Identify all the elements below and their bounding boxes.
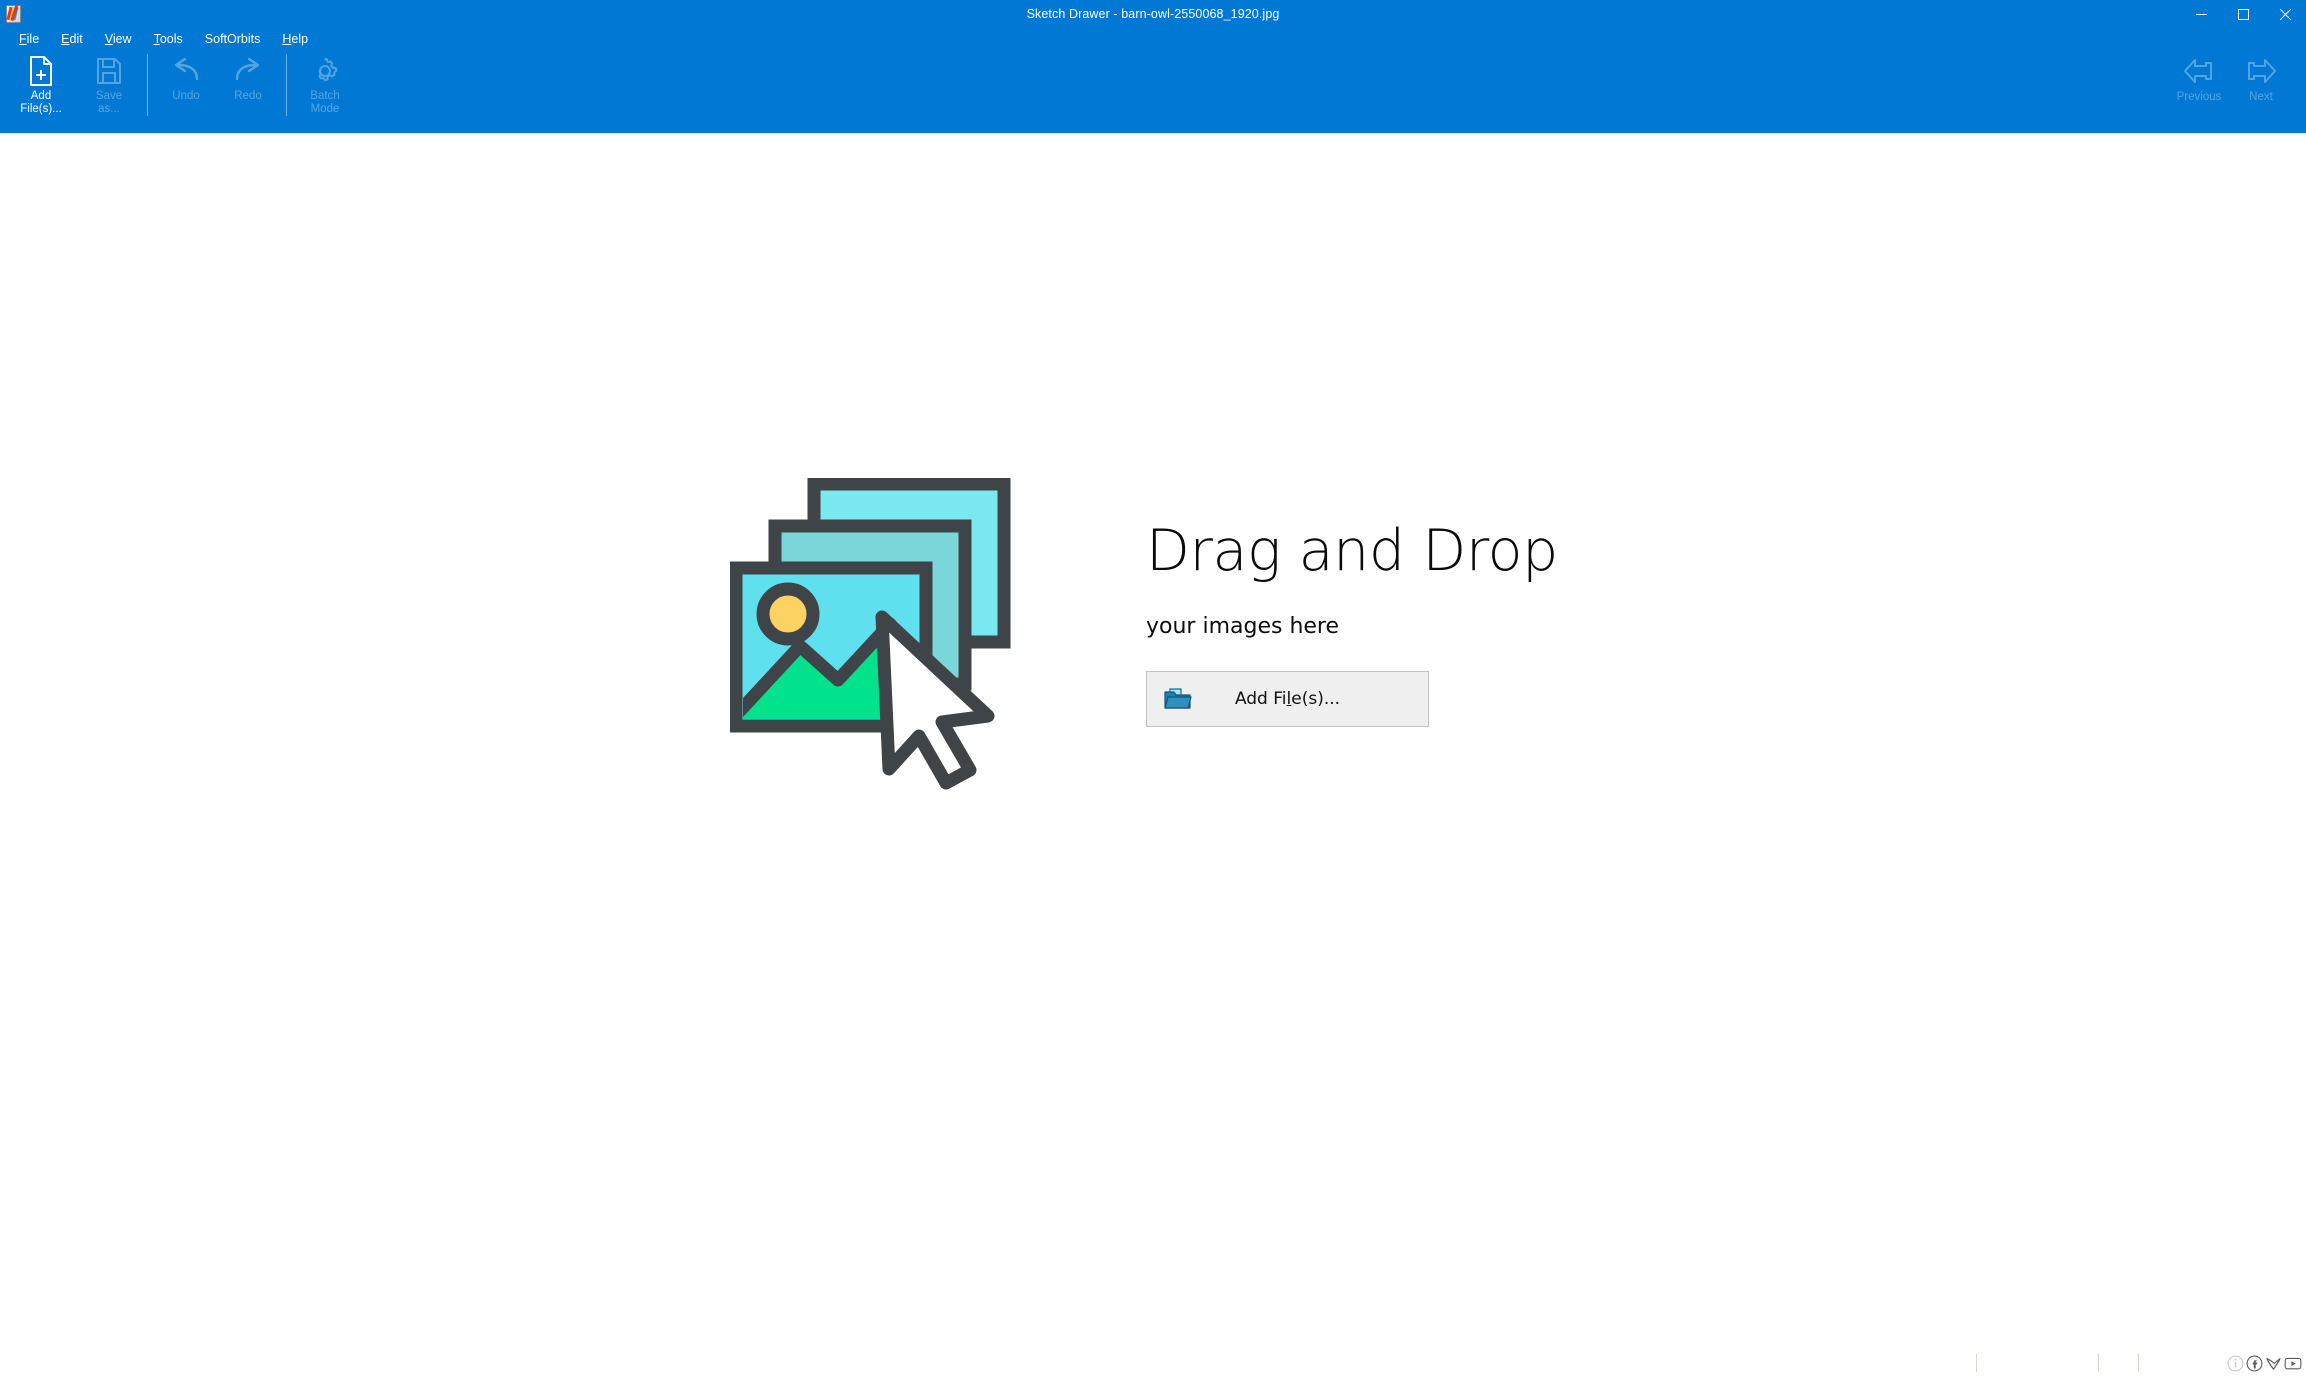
main-content-dropzone[interactable]: Drag and Drop your images here Add File(… [0, 133, 2306, 1350]
toolbar-button-undo[interactable]: Undo [155, 51, 217, 117]
title-bar: Sketch Drawer - barn-owl-2550068_1920.jp… [0, 0, 2306, 28]
save-as-icon [95, 55, 123, 87]
arrow-left-icon [2182, 56, 2216, 88]
toolbar-button-add-files[interactable]: Add File(s)... [4, 51, 78, 117]
youtube-icon[interactable] [2284, 1355, 2302, 1372]
menu-item-tools[interactable]: Tools [143, 29, 194, 49]
menu-item-view[interactable]: View [94, 29, 143, 49]
redo-icon [232, 55, 264, 87]
dropzone-text-block: Drag and Drop your images here Add File(… [1146, 478, 1558, 728]
status-cell-2 [1977, 1354, 2099, 1372]
menu-item-help[interactable]: Help [271, 29, 319, 49]
application-window: Sketch Drawer - barn-owl-2550068_1920.jp… [0, 0, 2306, 1376]
toolbar-separator-2 [286, 54, 287, 116]
add-files-button[interactable]: Add File(s)... [1146, 671, 1429, 728]
status-cell-4 [2139, 1354, 2227, 1372]
toolbar-label-undo: Undo [172, 90, 200, 102]
add-file-icon [26, 55, 56, 87]
sketch-drawer-app-icon[interactable] [2, 2, 26, 26]
toolbar-button-batch-mode[interactable]: Batch Mode [294, 51, 356, 117]
status-cell-3 [2099, 1354, 2139, 1372]
dropzone-title: Drag and Drop [1146, 518, 1558, 584]
toolbar-label-redo: Redo [234, 90, 262, 102]
menu-item-file[interactable]: File [8, 29, 50, 49]
toolbar: Add File(s)... Save as... Undo Redo Batc… [0, 50, 2306, 133]
toolbar-label-previous: Previous [2176, 91, 2222, 103]
image-stack-with-cursor-icon [729, 477, 1116, 864]
status-cell-1 [1849, 1354, 1977, 1372]
maximize-icon[interactable] [2222, 0, 2264, 28]
batch-mode-icon [309, 55, 341, 87]
window-title: Sketch Drawer - barn-owl-2550068_1920.jp… [1026, 7, 1280, 21]
menu-item-edit[interactable]: Edit [50, 29, 94, 49]
undo-icon [170, 55, 202, 87]
twitter-icon[interactable] [2265, 1355, 2282, 1372]
toolbar-label-save-as: Save as... [95, 90, 123, 115]
status-bar [0, 1350, 2306, 1376]
minimize-icon[interactable] [2180, 0, 2222, 28]
toolbar-button-next[interactable]: Next [2230, 52, 2292, 118]
toolbar-separator-1 [147, 54, 148, 116]
toolbar-button-redo[interactable]: Redo [217, 51, 279, 117]
toolbar-button-save-as[interactable]: Save as... [78, 51, 140, 117]
close-icon[interactable] [2264, 0, 2306, 28]
dropzone-panel: Drag and Drop your images here Add File(… [729, 477, 1558, 864]
status-social-icons [2227, 1355, 2302, 1372]
toolbar-label-add-files: Add File(s)... [20, 90, 62, 115]
open-folder-icon [1164, 687, 1192, 711]
dropzone-subtitle: your images here [1146, 614, 1340, 640]
toolbar-button-previous[interactable]: Previous [2168, 52, 2230, 118]
info-icon[interactable] [2227, 1355, 2244, 1372]
arrow-right-icon [2244, 56, 2278, 88]
toolbar-label-next: Next [2249, 91, 2273, 103]
window-controls [2180, 0, 2306, 28]
toolbar-label-batch-mode: Batch Mode [310, 90, 340, 115]
toolbar-navigation-group: Previous Next [2168, 51, 2292, 118]
menu-item-softorbits[interactable]: SoftOrbits [194, 29, 272, 49]
menu-bar: File Edit View Tools SoftOrbits Help [0, 28, 2306, 50]
facebook-icon[interactable] [2246, 1355, 2263, 1372]
